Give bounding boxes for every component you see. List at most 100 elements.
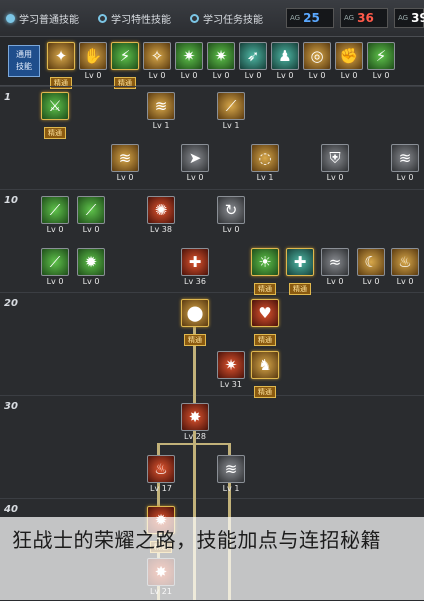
flame-icon: ♨ [147,455,175,483]
skill-node[interactable]: ➶ Lv 0 [238,42,268,80]
runner-icon: ⚡ [367,42,395,70]
skill-node[interactable]: ✚ Lv 36 [180,248,210,286]
skill-level: Lv 38 [150,225,172,234]
skill-node[interactable]: ⚡ Lv 0 [366,42,396,80]
skill-node[interactable]: ≋ Lv 1 [146,92,176,130]
skill-node[interactable]: ✊ Lv 0 [334,42,364,80]
skill-level: Lv 1 [256,173,274,182]
skill-node[interactable]: ✺ Lv 38 [146,196,176,234]
skill-node[interactable]: ♨ Lv 17 [146,455,176,493]
skill-node[interactable]: ☀ 精通 [250,248,280,295]
skill-node[interactable]: ✧ Lv 0 [142,42,172,80]
skill-node[interactable]: ◌ Lv 1 [250,144,280,182]
kick-icon: ✦ [47,42,75,70]
skill-node[interactable]: ↻ Lv 0 [216,196,246,234]
skill-node[interactable]: ✹ Lv 0 [76,248,106,286]
skill-node[interactable]: ♥ 精通 [250,299,280,346]
burst-icon: ✹ [77,248,105,276]
skill-node[interactable]: ♞ 精通 [250,351,280,398]
skill-node[interactable]: ✷ Lv 31 [216,351,246,389]
article-title: 狂战士的荣耀之路，技能加点与连招秘籍 [12,528,381,552]
wave-icon: ≈ [321,248,349,276]
skill-node[interactable]: ⚡ 精通 [110,42,140,89]
skill-node[interactable]: ⟋ Lv 0 [76,196,106,234]
strike-icon: ✷ [217,351,245,379]
mastery-badge: 精通 [254,334,276,346]
skill-level: Lv 0 [396,173,414,182]
flame-icon: ♨ [391,248,419,276]
tab-quest-skills[interactable]: 学习任务技能 [190,9,263,27]
skill-node[interactable]: ♨ Lv 0 [390,248,420,286]
skill-node[interactable]: ♟ Lv 0 [270,42,300,80]
tab-label: 学习普通技能 [19,14,79,26]
level-marker: 30 [4,401,18,412]
skill-level: Lv 0 [222,225,240,234]
skill-level: Lv 0 [148,71,166,80]
skill-level: Lv 0 [372,71,390,80]
blade-icon: ⟋ [41,196,69,224]
skill-node[interactable]: ⟋ Lv 0 [40,248,70,286]
skill-node[interactable]: ➤ Lv 0 [180,144,210,182]
blade-icon: ⟋ [41,248,69,276]
skill-node[interactable]: ≋ Lv 0 [110,144,140,182]
tab-trait-skills[interactable]: 学习特性技能 [98,9,171,27]
radio-icon [98,13,107,23]
skill-level: Lv 0 [82,225,100,234]
skill-node[interactable]: ⟋ Lv 1 [216,92,246,130]
skill-level: Lv 0 [212,71,230,80]
target-icon: ◎ [303,42,331,70]
skill-window-header: 学习普通技能 学习特性技能 学习任务技能 AG 25 AG 36 AG 39 [0,0,424,37]
demon-icon: ♞ [251,351,279,379]
heart-icon: ♥ [251,299,279,327]
skill-node[interactable]: ⚔ 精通 [40,92,70,139]
rage-icon: ☀ [251,248,279,276]
skill-level: Lv 0 [180,71,198,80]
skill-level: Lv 0 [84,71,102,80]
skill-level: Lv 0 [276,71,294,80]
muscle-icon: ✊ [335,42,363,70]
skill-node[interactable]: ◎ Lv 0 [302,42,332,80]
skill-node[interactable]: ⬤ 精通 [180,299,210,346]
skill-node[interactable]: ≋ Lv 0 [390,144,420,182]
mastery-badge: 精通 [184,334,206,346]
skill-level: Lv 17 [150,484,172,493]
common-skills-bar: 通用 技能 ✦ 精通 ✋ Lv 0 ⚡ 精通 ✧ Lv 0 ✷ Lv 0 ✷ Lv 0 ➶ Lv 0 ♟ Lv… [0,37,424,89]
skill-level: Lv 1 [222,484,240,493]
skill-node[interactable]: ≈ Lv 0 [320,248,350,286]
claw-icon: ≋ [391,144,419,172]
skill-level: Lv 0 [116,173,134,182]
hand-icon: ✋ [79,42,107,70]
tab-normal-skills[interactable]: 学习普通技能 [6,9,79,27]
skill-node[interactable]: ⟋ Lv 0 [40,196,70,234]
skill-node[interactable]: ⛨ Lv 0 [320,144,350,182]
skill-level: Lv 0 [186,173,204,182]
star-icon: ✷ [207,42,235,70]
skill-node[interactable]: ≋ Lv 1 [216,455,246,493]
tab-label: 学习特性技能 [111,14,171,26]
skill-level: Lv 28 [184,432,206,441]
cross-icon: ✚ [181,248,209,276]
level-marker: 20 [4,298,18,309]
skill-level: Lv 31 [220,380,242,389]
skill-level: Lv 1 [152,121,170,130]
fire-icon: ✺ [147,196,175,224]
skill-level: Lv 1 [222,121,240,130]
crescent-icon: ☾ [357,248,385,276]
skill-level: Lv 0 [326,277,344,286]
skill-node[interactable]: ✷ Lv 0 [206,42,236,80]
claw-icon: ≋ [217,455,245,483]
shield-icon: ⛨ [321,144,349,172]
skill-node[interactable]: ✷ Lv 0 [174,42,204,80]
slash-icon: ⟋ [217,92,245,120]
radio-selected-icon [6,13,15,23]
skill-node[interactable]: ✦ 精通 [46,42,76,89]
skill-level: Lv 0 [46,225,64,234]
sp-counter-red: AG 36 [340,8,388,28]
skill-node[interactable]: ✋ Lv 0 [78,42,108,80]
claw-icon: ≋ [147,92,175,120]
level-band [0,292,424,396]
level-marker: 10 [4,195,18,206]
skill-node[interactable]: ☾ Lv 0 [356,248,386,286]
skill-node[interactable]: ✸ Lv 28 [180,403,210,441]
skill-node[interactable]: ✚ 精通 [285,248,315,295]
